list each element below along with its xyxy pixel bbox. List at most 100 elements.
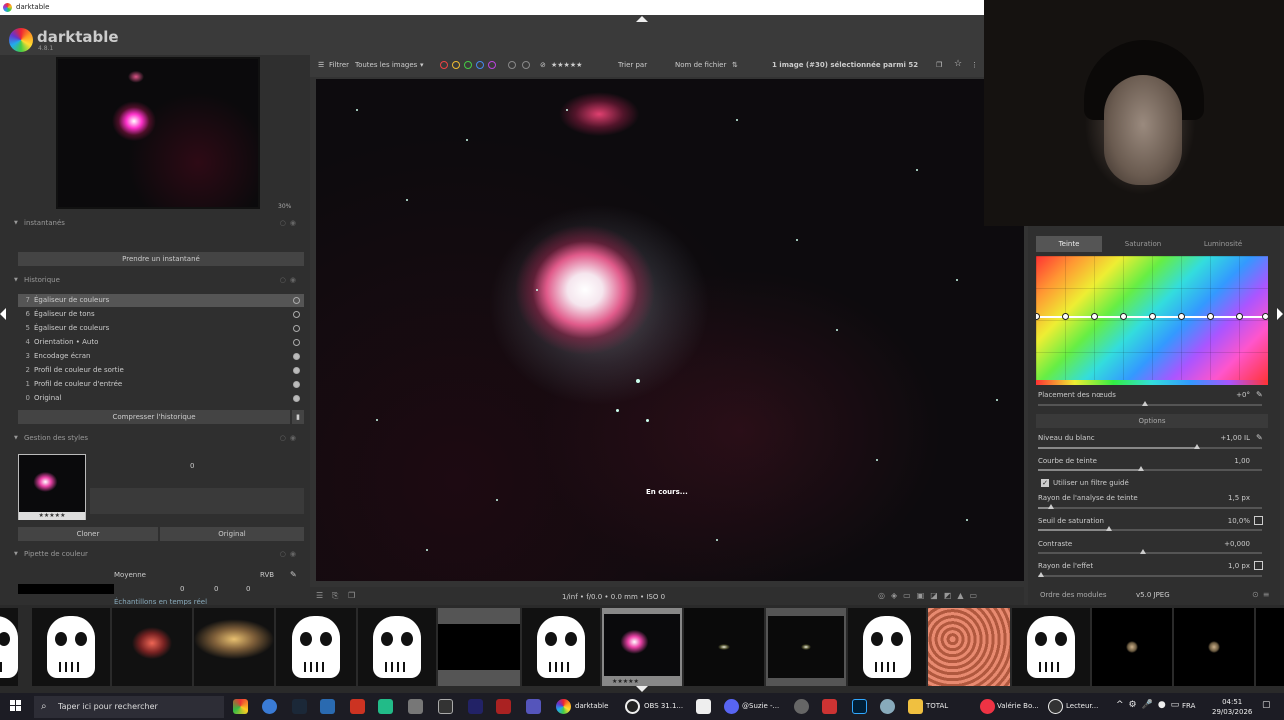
styles-list[interactable] (90, 488, 304, 514)
tab-saturation[interactable]: Saturation (1110, 236, 1176, 252)
folder-icon[interactable] (908, 699, 923, 714)
film-thumbnail[interactable] (0, 608, 18, 686)
browser-icon[interactable] (262, 699, 277, 714)
darktable-task-icon[interactable] (556, 699, 571, 714)
color-label-purple-icon[interactable] (488, 61, 496, 69)
navigation-zoom[interactable]: 30% (278, 203, 291, 210)
film-thumbnail[interactable] (276, 608, 356, 686)
film-thumbnail[interactable] (766, 608, 846, 686)
media-player-icon[interactable] (1048, 699, 1063, 714)
color-label-green-icon[interactable] (464, 61, 472, 69)
color-label-grey-icon[interactable] (508, 61, 516, 69)
selected-thumbnail-stars[interactable]: ★★★★★ (612, 678, 639, 685)
rating-filter-stars[interactable]: ★★★★★ (551, 61, 582, 69)
curve-node[interactable] (1149, 313, 1156, 320)
windows-start-icon[interactable] (10, 700, 22, 712)
film-thumbnail[interactable] (522, 608, 600, 686)
styles-quick-icon[interactable]: ⎘ (332, 591, 338, 601)
collapse-right-panel-icon[interactable] (1277, 308, 1283, 320)
curve-node[interactable] (1236, 313, 1243, 320)
curve-node[interactable] (1207, 313, 1214, 320)
eyedropper-icon[interactable]: ✎ (1256, 390, 1263, 399)
taskbar-search-input[interactable]: Taper ici pour rechercher (34, 696, 224, 718)
slider-knob[interactable] (1048, 504, 1054, 509)
film-thumbnail[interactable] (1092, 608, 1172, 686)
app-icon[interactable] (794, 699, 809, 714)
system-tray-icons[interactable]: ^⚙🎤●▭ (1116, 700, 1184, 710)
hue-curve-slider[interactable] (1038, 466, 1262, 471)
film-thumbnail[interactable] (928, 608, 1010, 686)
white-level-value[interactable]: +1,00 IL (1220, 434, 1250, 442)
curve-node[interactable] (1262, 313, 1268, 320)
filter-icon[interactable]: ☰ (318, 61, 324, 69)
color-label-any-icon[interactable] (522, 61, 530, 69)
history-item[interactable]: 3 Encodage écran (18, 350, 304, 363)
film-thumbnail[interactable] (684, 608, 764, 686)
app-icon[interactable] (320, 699, 335, 714)
snapshots-header[interactable]: instantanés ○◉ (14, 217, 304, 230)
navigation-preview[interactable] (56, 57, 260, 209)
filter-select[interactable]: Toutes les images (355, 61, 417, 69)
module-order-value[interactable]: v5.0 JPEG (1136, 591, 1170, 599)
hue-analysis-radius-slider[interactable] (1038, 504, 1262, 509)
compress-history-button[interactable]: Compresser l'historique (18, 410, 290, 424)
contrast-value[interactable]: +0,000 (1224, 540, 1250, 548)
slider-knob[interactable] (1106, 526, 1112, 531)
app-icon[interactable] (378, 699, 393, 714)
second-window-icon[interactable]: ❐ (348, 591, 355, 600)
node-placement-slider[interactable] (1038, 401, 1262, 406)
color-label-blue-icon[interactable] (476, 61, 484, 69)
picker-mode-select[interactable]: Moyenne (114, 571, 146, 579)
taskbar-app-label[interactable]: Lecteur... (1066, 702, 1098, 710)
app-icon[interactable] (822, 699, 837, 714)
original-button[interactable]: Original (160, 527, 304, 541)
hue-curve-value[interactable]: 1,00 (1234, 457, 1250, 465)
saturation-threshold-value[interactable]: 10,0% (1228, 517, 1250, 525)
eyedropper-icon[interactable]: ✎ (290, 570, 297, 579)
history-item[interactable]: 6 Égaliseur de tons (18, 308, 304, 321)
film-thumbnail[interactable] (848, 608, 926, 686)
curve-node[interactable] (1178, 313, 1185, 320)
discord-icon[interactable] (724, 699, 739, 714)
film-thumbnail[interactable] (358, 608, 436, 686)
take-snapshot-button[interactable]: Prendre un instantané (18, 252, 304, 266)
window-icon[interactable]: ❐ (936, 61, 942, 69)
reject-icon[interactable]: ⊘ (540, 61, 546, 69)
app-icon[interactable] (526, 699, 541, 714)
eyedropper-icon[interactable]: ✎ (1256, 433, 1263, 442)
history-item[interactable]: 7 Égaliseur de couleurs (18, 294, 304, 307)
quick-access-icon[interactable]: ☰ (316, 591, 323, 600)
curve-node[interactable] (1062, 313, 1069, 320)
mask-toggle-icon[interactable] (1254, 516, 1263, 525)
taskbar-app-label[interactable]: TOTAL (926, 702, 948, 710)
history-item[interactable]: 4 Orientation • Auto (18, 336, 304, 349)
slider-knob[interactable] (1142, 401, 1148, 406)
notifications-icon[interactable]: ▢ (1262, 700, 1271, 710)
mask-toggle-icon[interactable] (1254, 561, 1263, 570)
options-section-header[interactable]: Options (1036, 414, 1268, 428)
tab-luminosity[interactable]: Luminosité (1190, 236, 1256, 252)
app-icon[interactable] (438, 699, 453, 714)
taskbar-clock[interactable]: 04:51 29/03/2026 (1212, 697, 1252, 717)
color-label-red-icon[interactable] (440, 61, 448, 69)
history-header[interactable]: Historique ○◉ (14, 274, 304, 287)
taskbar-app-label[interactable]: @Suzie -... (742, 702, 779, 710)
app-icon[interactable] (350, 699, 365, 714)
hue-curve-graph[interactable] (1036, 256, 1268, 384)
curve-node[interactable] (1091, 313, 1098, 320)
preset-icons[interactable]: ⊙≡ (1252, 590, 1273, 599)
more-icon[interactable]: ⋮ (971, 61, 978, 69)
chevron-down-icon[interactable]: ▾ (420, 61, 424, 69)
effect-radius-slider[interactable] (1038, 572, 1262, 577)
view-tools-icons[interactable]: ◎◈▭▣◪◩▲▭ (878, 591, 983, 600)
film-thumbnail[interactable] (112, 608, 192, 686)
app-icon[interactable] (408, 699, 423, 714)
collapse-left-panel-icon[interactable] (0, 308, 6, 320)
slider-knob[interactable] (1140, 549, 1146, 554)
collapse-filmstrip-icon[interactable] (636, 686, 648, 692)
film-thumbnail[interactable] (1174, 608, 1254, 686)
taskbar-app-label[interactable]: OBS 31.1... (644, 702, 683, 710)
clone-button[interactable]: Cloner (18, 527, 158, 541)
history-item[interactable]: 5 Égaliseur de couleurs (18, 322, 304, 335)
hue-analysis-radius-value[interactable]: 1,5 px (1228, 494, 1250, 502)
